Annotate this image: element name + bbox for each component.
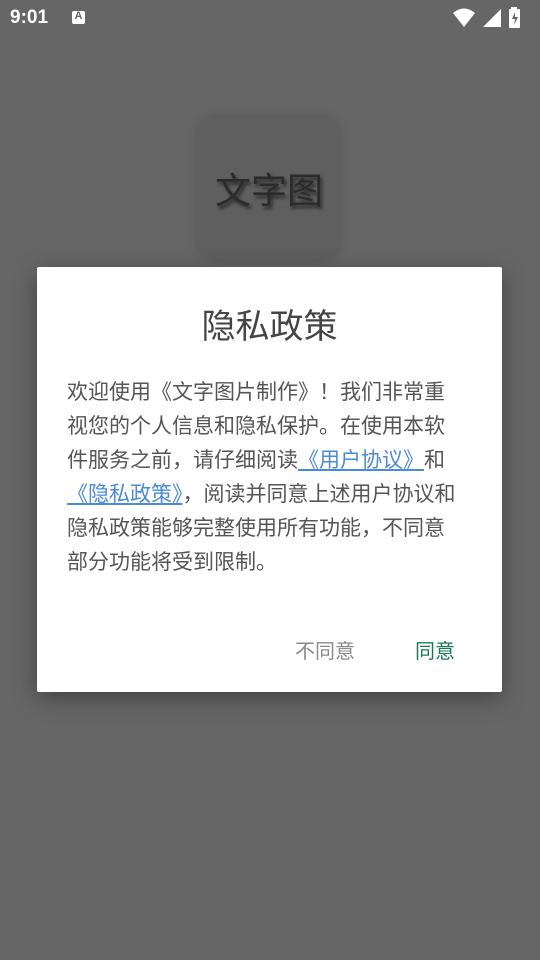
status-time: 9:01 [10, 7, 49, 28]
status-bar: 9:01 A [0, 0, 540, 36]
agree-button[interactable]: 同意 [415, 635, 455, 664]
battery-charging-icon [509, 7, 520, 28]
privacy-policy-link[interactable]: 《隐私政策》 [67, 482, 183, 506]
disagree-button[interactable]: 不同意 [295, 635, 355, 664]
dialog-actions: 不同意 同意 [37, 635, 502, 667]
dialog-body-text-2: 和 [424, 448, 445, 472]
app-logo: 文字图 [197, 116, 341, 260]
notification-icon-glyph: A [74, 10, 83, 22]
privacy-dialog: 隐私政策 欢迎使用《文字图片制作》！我们非常重视您的个人信息和隐私保护。在使用本… [37, 267, 502, 692]
dialog-title: 隐私政策 [201, 307, 338, 347]
dialog-body: 欢迎使用《文字图片制作》！我们非常重视您的个人信息和隐私保护。在使用本软件服务之… [67, 375, 462, 579]
status-icons [452, 7, 532, 29]
signal-icon [483, 9, 501, 27]
user-agreement-link[interactable]: 《用户协议》 [298, 448, 424, 472]
wifi-icon [453, 8, 475, 27]
accessibility-notification-icon: A [72, 10, 85, 24]
app-logo-text: 文字图 [214, 171, 323, 212]
